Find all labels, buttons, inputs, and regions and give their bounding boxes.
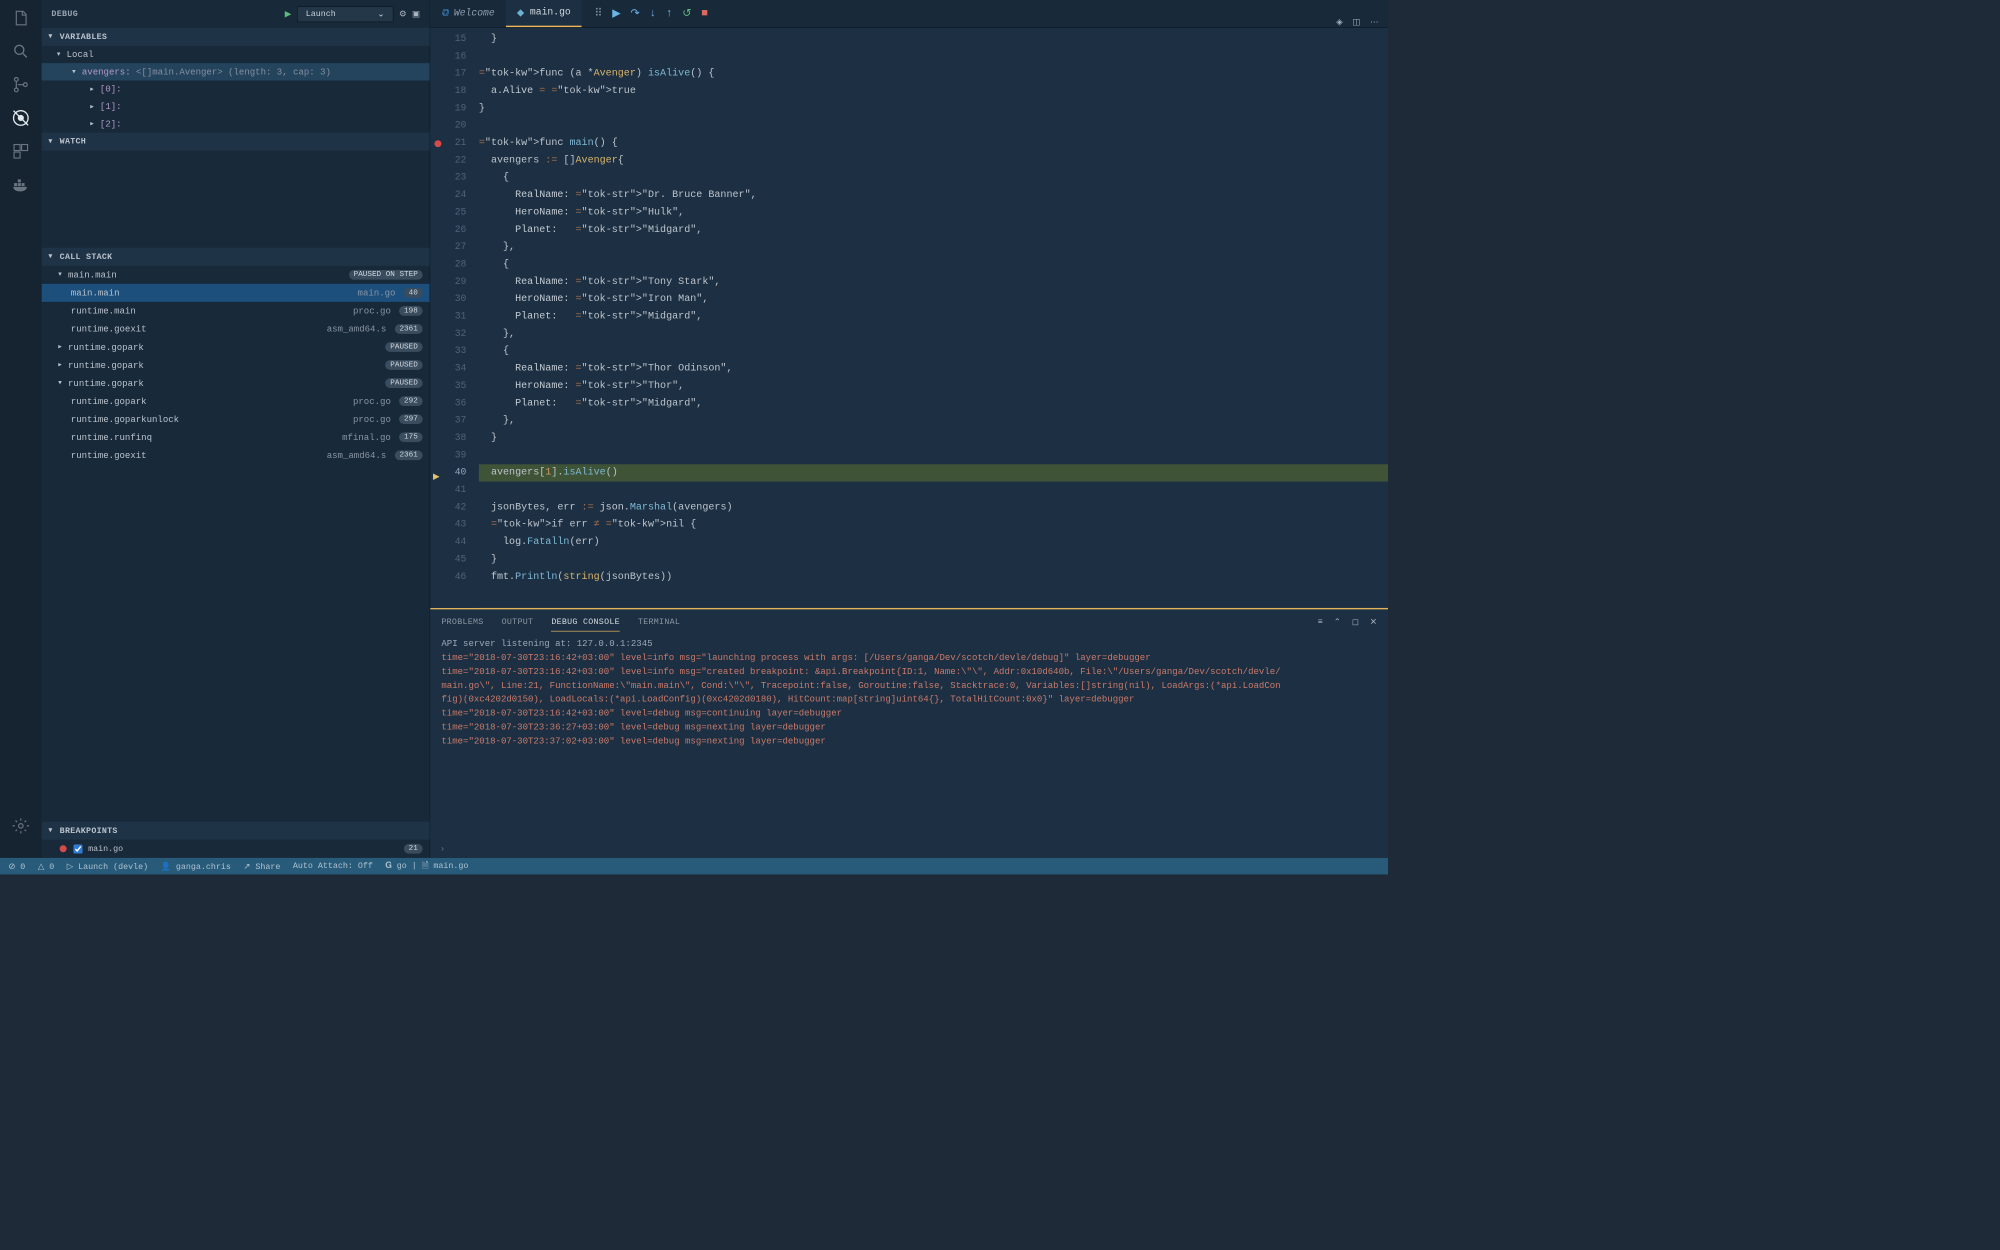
stop-icon[interactable]: ■ [701, 7, 708, 19]
activity-bar [0, 0, 42, 858]
tab-terminal[interactable]: TERMINAL [638, 613, 680, 631]
console-icon[interactable]: ▣ [412, 9, 420, 19]
statusbar: ⊘ 0 △ 0 ▷ Launch (devle) 👤 ganga.chris ↗… [0, 858, 1388, 875]
files-icon[interactable] [11, 8, 30, 27]
breakpoint-checkbox[interactable] [74, 844, 83, 853]
step-into-icon[interactable]: ↓ [649, 7, 656, 19]
continue-icon[interactable]: ▶ [612, 6, 621, 20]
debug-controls: ⠿ ▶ ↷ ↓ ↑ ↺ ■ [594, 0, 708, 27]
callstack-frame[interactable]: runtime.mainproc.go198 [42, 302, 430, 320]
var-avengers[interactable]: ▾avengers: <[]main.Avenger> (length: 3, … [42, 63, 430, 80]
docker-icon[interactable] [11, 175, 30, 194]
callstack-frame[interactable]: runtime.runfinqmfinal.go175 [42, 428, 430, 446]
step-over-icon[interactable]: ↷ [630, 6, 639, 20]
sb-user[interactable]: 👤 ganga.chris [161, 861, 231, 871]
callstack-header[interactable]: ▾CALL STACK [42, 248, 430, 266]
drag-handle-icon[interactable]: ⠿ [594, 6, 602, 20]
split-icon[interactable]: ◫ [1352, 17, 1360, 27]
var-item[interactable]: ▸[1]: [42, 98, 430, 115]
step-out-icon[interactable]: ↑ [666, 7, 673, 19]
var-item[interactable]: ▸[2]: [42, 115, 430, 132]
breakpoint-row[interactable]: main.go 21 [42, 840, 430, 858]
search-icon[interactable] [11, 42, 30, 61]
var-item[interactable]: ▸[0]: [42, 81, 430, 98]
tab-problems[interactable]: PROBLEMS [441, 613, 483, 631]
callstack-thread[interactable]: ▾main.mainPAUSED ON STEP [42, 266, 430, 284]
sidebar-title: DEBUG [51, 9, 284, 19]
tab-welcome[interactable]: ⧉Welcome [430, 0, 506, 27]
debug-titlebar: DEBUG ▶ Launch⌄ ⚙ ▣ [42, 0, 430, 28]
callstack-frame[interactable]: main.mainmain.go40 [42, 284, 430, 302]
gear-icon[interactable]: ⚙ [399, 9, 406, 19]
panel: PROBLEMS OUTPUT DEBUG CONSOLE TERMINAL ≡… [430, 608, 1388, 858]
launch-config-select[interactable]: Launch⌄ [297, 6, 394, 22]
variables-header[interactable]: ▾VARIABLES [42, 28, 430, 46]
callstack-thread[interactable]: ▸runtime.goparkPAUSED [42, 356, 430, 374]
panel-tabs: PROBLEMS OUTPUT DEBUG CONSOLE TERMINAL ≡… [430, 609, 1388, 634]
callstack-frame[interactable]: runtime.goexitasm_amd64.s2361 [42, 320, 430, 338]
scm-icon[interactable] [11, 75, 30, 94]
sb-attach[interactable]: Auto Attach: Off [293, 861, 373, 871]
breakpoints-header[interactable]: ▾BREAKPOINTS [42, 822, 430, 840]
debug-icon[interactable] [11, 108, 30, 127]
start-debug-icon[interactable]: ▶ [285, 9, 291, 19]
sb-launch[interactable]: ▷ Launch (devle) [67, 861, 148, 871]
tab-main-go[interactable]: ◆main.go [506, 0, 582, 27]
app-root: DEBUG ▶ Launch⌄ ⚙ ▣ ▾VARIABLES ▾Local ▾a… [0, 0, 1388, 858]
settings-gear-icon[interactable] [11, 816, 30, 835]
gutter: 1516171819202122232425262728293031323334… [430, 28, 479, 608]
local-scope[interactable]: ▾Local [42, 46, 430, 63]
callstack-frame[interactable]: runtime.goparkproc.go292 [42, 392, 430, 410]
breakpoint-file: main.go [88, 844, 123, 854]
close-panel-icon[interactable]: ✕ [1370, 617, 1377, 627]
callstack-thread[interactable]: ▸runtime.goparkPAUSED [42, 338, 430, 356]
editor-area: ⧉Welcome ◆main.go ⠿ ▶ ↷ ↓ ↑ ↺ ■ ◈ ◫ ⋯ 15… [430, 0, 1388, 858]
callstack-frame[interactable]: runtime.goexitasm_amd64.s2361 [42, 446, 430, 464]
tabbar: ⧉Welcome ◆main.go ⠿ ▶ ↷ ↓ ↑ ↺ ■ ◈ ◫ ⋯ [430, 0, 1388, 28]
watch-body[interactable] [42, 151, 430, 248]
tab-output[interactable]: OUTPUT [502, 613, 534, 631]
sb-share[interactable]: ↗ Share [243, 861, 280, 871]
clear-console-icon[interactable]: ≡ [1318, 617, 1323, 627]
maximize-panel-icon[interactable]: ◻ [1352, 617, 1359, 627]
breakpoint-line: 21 [404, 844, 423, 854]
sb-errors[interactable]: ⊘ 0 [8, 861, 25, 871]
debug-sidebar: DEBUG ▶ Launch⌄ ⚙ ▣ ▾VARIABLES ▾Local ▾a… [42, 0, 431, 858]
callstack-frame[interactable]: runtime.goparkunlockproc.go297 [42, 410, 430, 428]
sb-lang[interactable]: 𝐆 go | 🗎 main.go [385, 859, 468, 874]
watch-header[interactable]: ▾WATCH [42, 133, 430, 151]
collapse-panel-icon[interactable]: ⌃ [1334, 617, 1341, 627]
extensions-icon[interactable] [11, 142, 30, 161]
restart-icon[interactable]: ↺ [682, 6, 691, 20]
editor[interactable]: 1516171819202122232425262728293031323334… [430, 28, 1388, 608]
callstack-thread[interactable]: ▾runtime.goparkPAUSED [42, 374, 430, 392]
console-input-chevron[interactable]: › [430, 844, 1388, 858]
breakpoint-dot-icon [60, 845, 67, 852]
debug-console[interactable]: API server listening at: 127.0.0.1:2345t… [430, 634, 1388, 844]
diff-icon[interactable]: ◈ [1336, 17, 1342, 27]
sb-warnings[interactable]: △ 0 [38, 861, 54, 871]
tab-debug-console[interactable]: DEBUG CONSOLE [551, 612, 620, 631]
more-icon[interactable]: ⋯ [1370, 17, 1378, 27]
code[interactable]: }="tok-kw">func (a *Avenger) isAlive() {… [479, 28, 1388, 608]
